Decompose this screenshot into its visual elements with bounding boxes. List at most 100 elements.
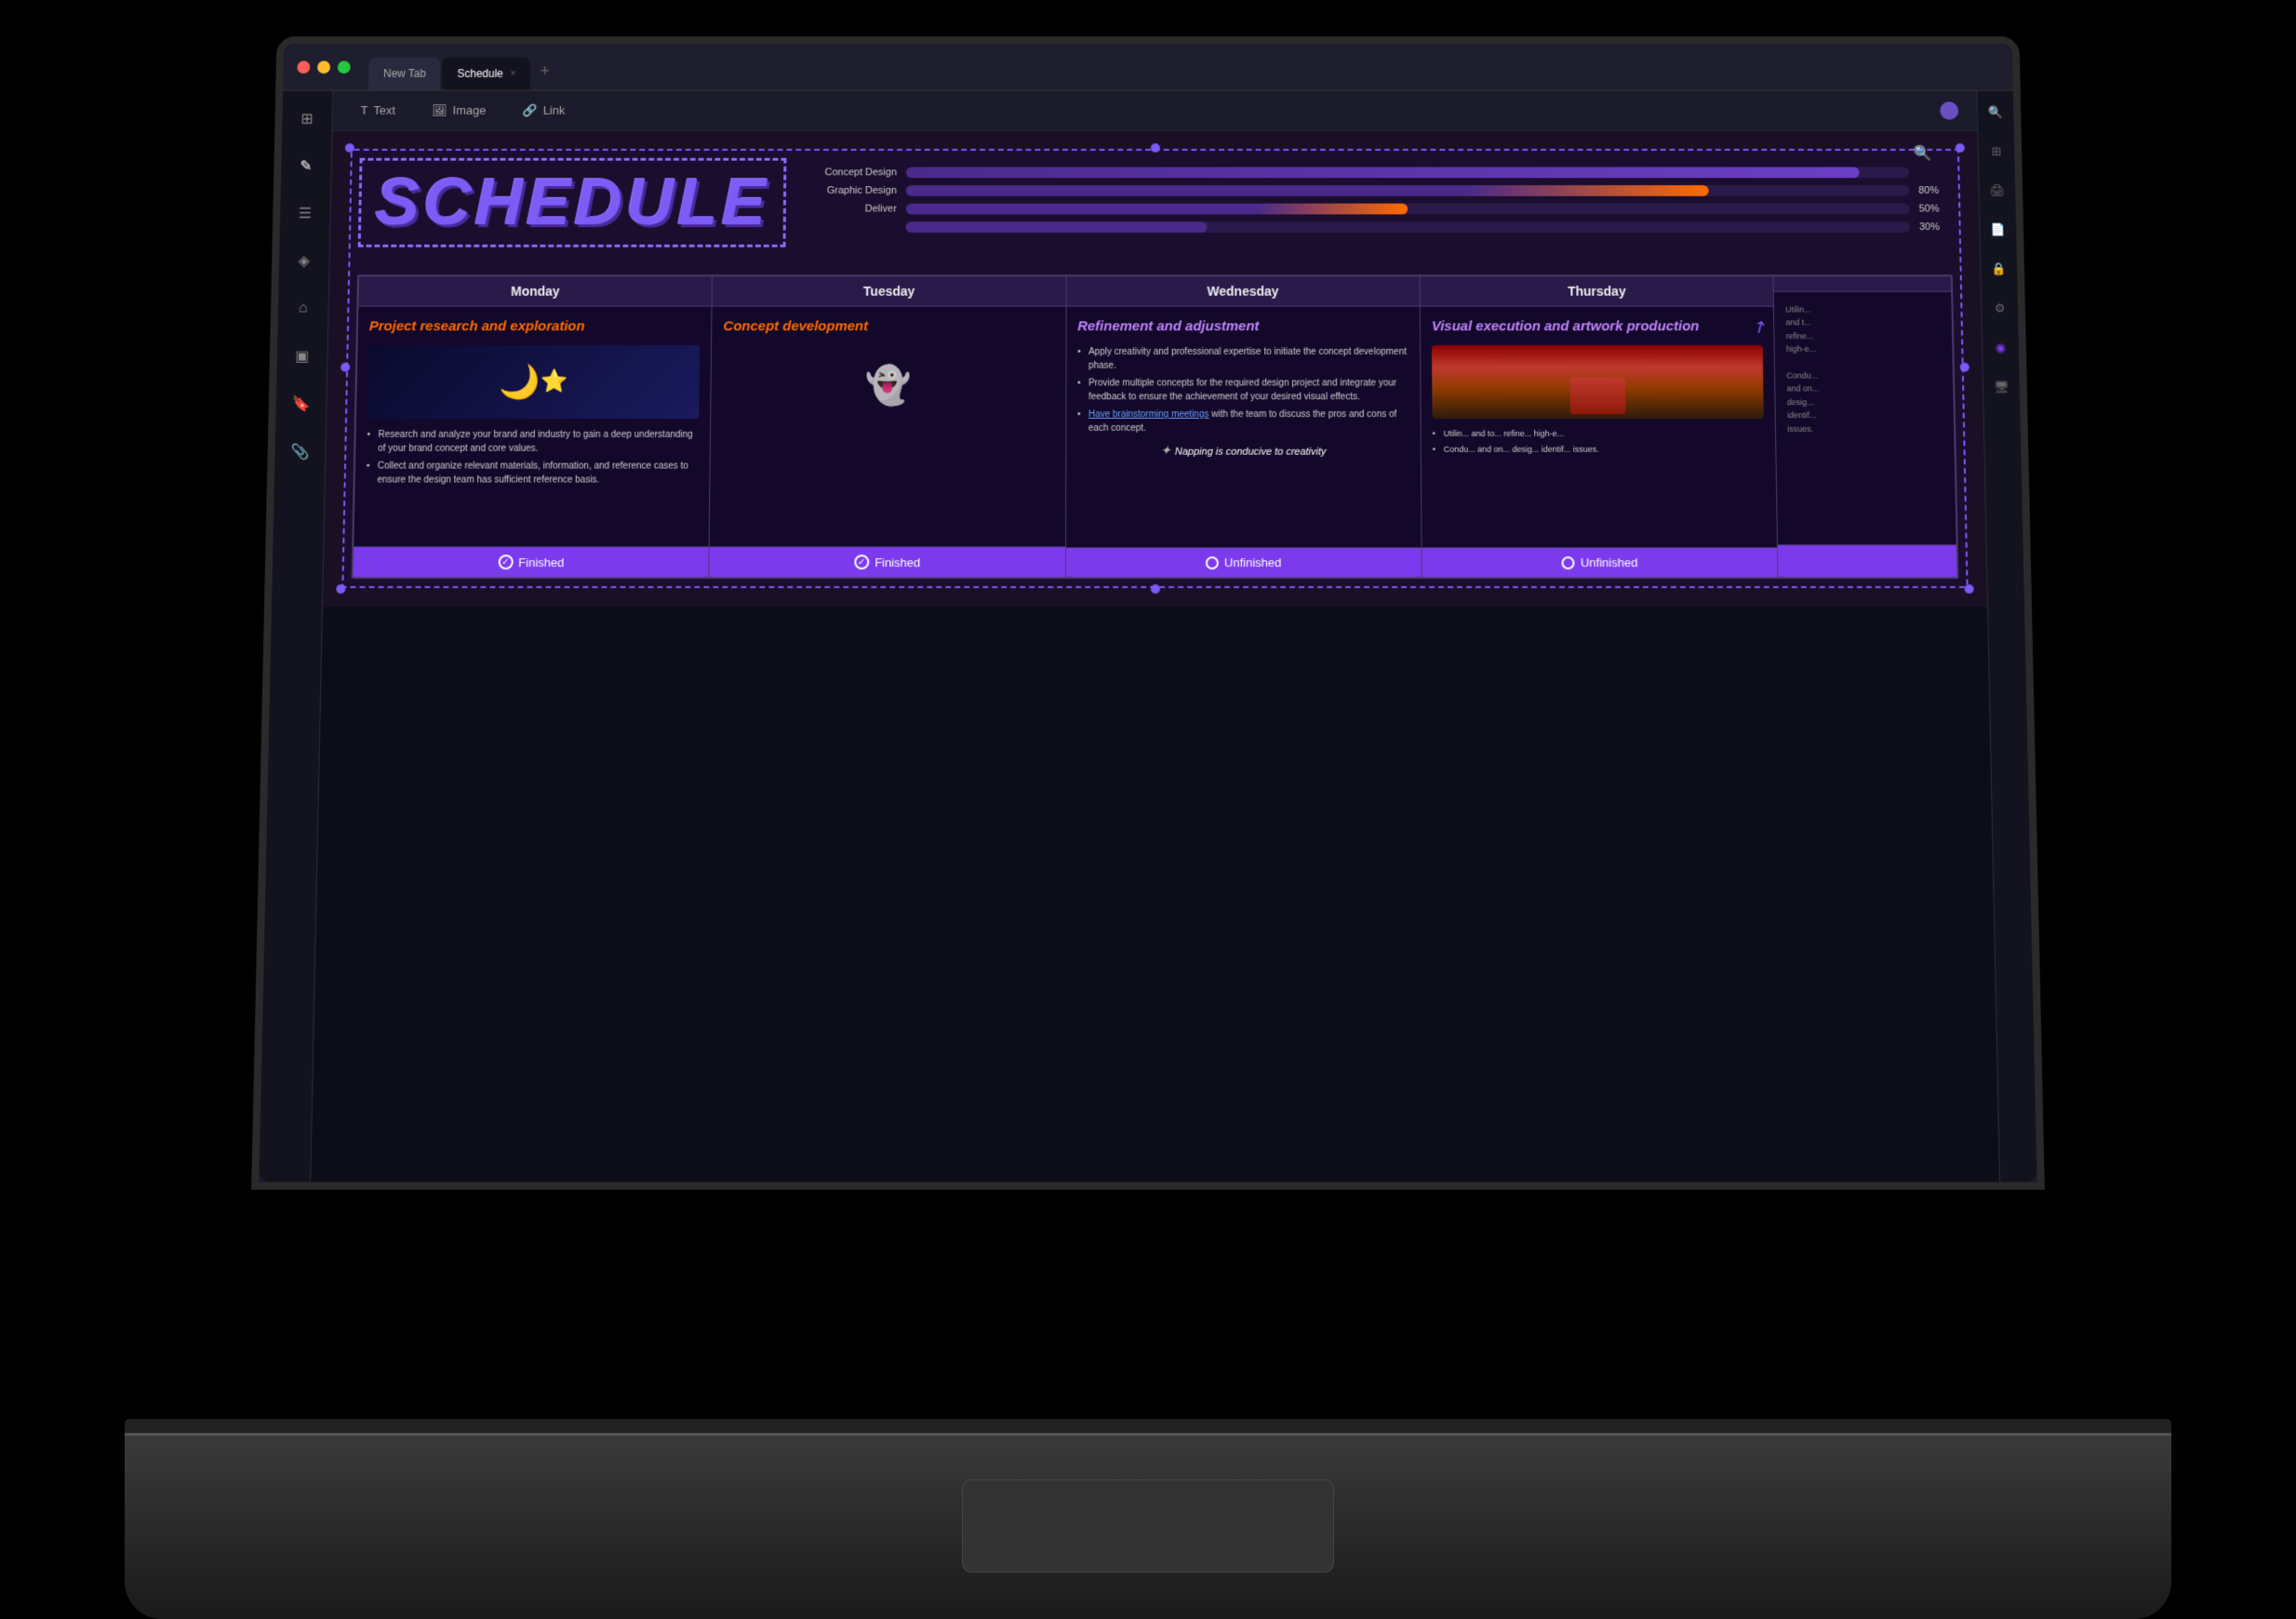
thursday-header: Thursday: [1421, 276, 1774, 306]
tuesday-header: Tuesday: [713, 276, 1066, 306]
trackpad[interactable]: [962, 1479, 1334, 1572]
minimize-button[interactable]: [317, 60, 330, 74]
monday-status-check: ✓: [498, 555, 513, 569]
sidebar-icon-image[interactable]: ▣: [287, 341, 316, 371]
tuesday-column: Tuesday Concept development 👻: [710, 276, 1067, 577]
search-icon[interactable]: 🔍: [1913, 144, 1931, 163]
image-tool-button[interactable]: 🖼 Image: [422, 100, 495, 121]
thursday-task-title: Visual execution and artwork production: [1432, 317, 1763, 335]
sidebar-icon-attach[interactable]: 📎: [285, 437, 315, 467]
handle-bm: [1150, 584, 1159, 594]
star-emoji: ⭐: [541, 368, 568, 395]
progress-label-1: Concept Design: [814, 167, 897, 179]
monday-status: ✓ Finished: [354, 546, 709, 577]
rs-settings-icon[interactable]: ⚙: [1986, 296, 2012, 322]
sidebar-icon-shapes[interactable]: ◈: [289, 247, 319, 275]
brainstorming-link[interactable]: Have brainstorming meetings: [1088, 409, 1208, 420]
monday-task-title: Project research and exploration: [369, 317, 701, 335]
rs-print-icon[interactable]: 🖨: [1984, 178, 2010, 203]
thursday-status: Unfinished: [1422, 547, 1778, 577]
monday-bullets: Research and analyze your brand and indu…: [366, 427, 699, 486]
tab-bar: New Tab Schedule × +: [368, 44, 557, 90]
wednesday-column: Wednesday Refinement and adjustment Appl…: [1066, 276, 1422, 577]
maximize-button[interactable]: [338, 60, 351, 74]
thursday-status-check: [1562, 556, 1575, 569]
wednesday-status: Unfinished: [1066, 547, 1422, 577]
tab-close-icon[interactable]: ×: [511, 69, 516, 79]
arrow-icon: ↗: [1749, 315, 1771, 339]
image-label: Image: [453, 103, 487, 117]
tab-new-tab[interactable]: New Tab: [368, 58, 441, 90]
handle-bl: [336, 584, 345, 594]
progress-bar-bg-4: [905, 221, 1910, 233]
progress-graphic-design: Graphic Design 80%: [814, 185, 1951, 196]
thursday-status-label: Unfinished: [1581, 555, 1638, 569]
thursday-content: Visual execution and artwork production …: [1421, 307, 1778, 548]
sidebar-icon-bookmark[interactable]: 🔖: [286, 389, 316, 419]
schedule-title: SCHEDULE: [358, 158, 787, 248]
sidebar-icon-grid[interactable]: ⊞: [292, 104, 322, 133]
schedule-canvas: SCHEDULE Concept Design: [323, 130, 1987, 607]
tuesday-task-title: Concept development: [723, 317, 1054, 335]
monday-header: Monday: [358, 276, 712, 306]
progress-bar-bg-2: [906, 185, 1910, 196]
ghost-emoji: 👻: [865, 365, 912, 405]
tuesday-status: ✓ Finished: [710, 546, 1065, 577]
fifth-status: [1778, 544, 1956, 577]
progress-concept-design: Concept Design: [814, 167, 1951, 179]
text-icon: T: [360, 103, 367, 117]
user-avatar: [1940, 101, 1958, 119]
rs-monitor-icon[interactable]: 🖥: [1988, 375, 2014, 401]
thursday-title-wrapper: Visual execution and artwork production …: [1432, 317, 1763, 335]
monday-bullet-2: Collect and organize relevant materials,…: [366, 459, 699, 487]
screen-inner: New Tab Schedule × + ⊞ ✎ ☰ ◈ ⌂: [259, 44, 2036, 1183]
tab-new-tab-label: New Tab: [383, 67, 426, 80]
rs-file-icon[interactable]: 📄: [1985, 217, 2011, 242]
text-tool-button[interactable]: T Text: [352, 100, 406, 120]
progress-bar-fill-3: [906, 204, 1408, 215]
sidebar-icon-home[interactable]: ⌂: [288, 294, 318, 324]
link-icon: 🔗: [523, 103, 538, 118]
progress-bar-bg-3: [906, 204, 1910, 215]
wednesday-status-check: [1206, 556, 1219, 569]
wednesday-bullet-2: Provide multiple concepts for the requir…: [1077, 376, 1409, 404]
fifth-column: Utilin...and t...refine...high-e... Cond…: [1774, 276, 1957, 577]
laptop-screen: New Tab Schedule × + ⊞ ✎ ☰ ◈ ⌂: [251, 36, 2045, 1190]
thursday-bullet-2: Condu... and on... desig... identif... i…: [1433, 444, 1765, 456]
monday-content: Project research and exploration 🌙 ⭐ Res…: [354, 307, 712, 547]
fifth-col-text: Utilin...and t...refine...high-e... Cond…: [1785, 303, 1942, 435]
monday-bullet-1: Research and analyze your brand and indu…: [367, 427, 699, 455]
image-icon: 🖼: [432, 103, 447, 118]
progress-pct-2: 80%: [1918, 185, 1951, 196]
sidebar-icon-layers[interactable]: ☰: [290, 199, 320, 228]
rs-search-icon[interactable]: 🔍: [1982, 100, 2009, 125]
tab-add-button[interactable]: +: [532, 59, 557, 85]
days-grid: Monday Project research and exploration …: [352, 274, 1959, 579]
handle-mr: [1960, 363, 1969, 372]
wednesday-bullets: Apply creativity and professional expert…: [1077, 345, 1409, 435]
progress-section: Concept Design Graphic Desig: [813, 158, 1952, 240]
thursday-image: [1432, 345, 1764, 419]
wednesday-content: Refinement and adjustment Apply creativi…: [1066, 307, 1422, 548]
link-tool-button[interactable]: 🔗 Link: [514, 100, 575, 121]
thursday-bullet-1: Utilin... and to... refine... high-e...: [1433, 427, 1765, 439]
moon-emoji: 🌙: [499, 362, 541, 401]
close-button[interactable]: [297, 60, 310, 74]
progress-deliver: Deliver 50%: [814, 204, 1952, 215]
handle-tr: [1956, 143, 1965, 153]
rs-lock-icon[interactable]: 🔒: [1986, 257, 2012, 283]
progress-label-3: Deliver: [814, 204, 897, 215]
monday-image: 🌙 ⭐: [367, 345, 701, 419]
tab-schedule[interactable]: Schedule ×: [442, 58, 530, 90]
laptop-base: [125, 1433, 2171, 1619]
progress-bar-fill-2: [906, 185, 1709, 196]
progress-pct-4: 30%: [1919, 221, 1952, 233]
link-label: Link: [543, 103, 566, 117]
toolbar: T Text 🖼 Image 🔗 Link: [333, 91, 1978, 131]
sidebar-icon-edit[interactable]: ✎: [291, 152, 321, 181]
rs-grid-icon[interactable]: ⊞: [1983, 139, 2009, 164]
canvas-scroll[interactable]: SCHEDULE Concept Design: [311, 130, 1999, 1182]
wednesday-bullet-1: Apply creativity and professional expert…: [1077, 345, 1408, 373]
rs-circle-icon[interactable]: ◉: [1987, 335, 2013, 361]
handle-br: [1965, 584, 1974, 594]
